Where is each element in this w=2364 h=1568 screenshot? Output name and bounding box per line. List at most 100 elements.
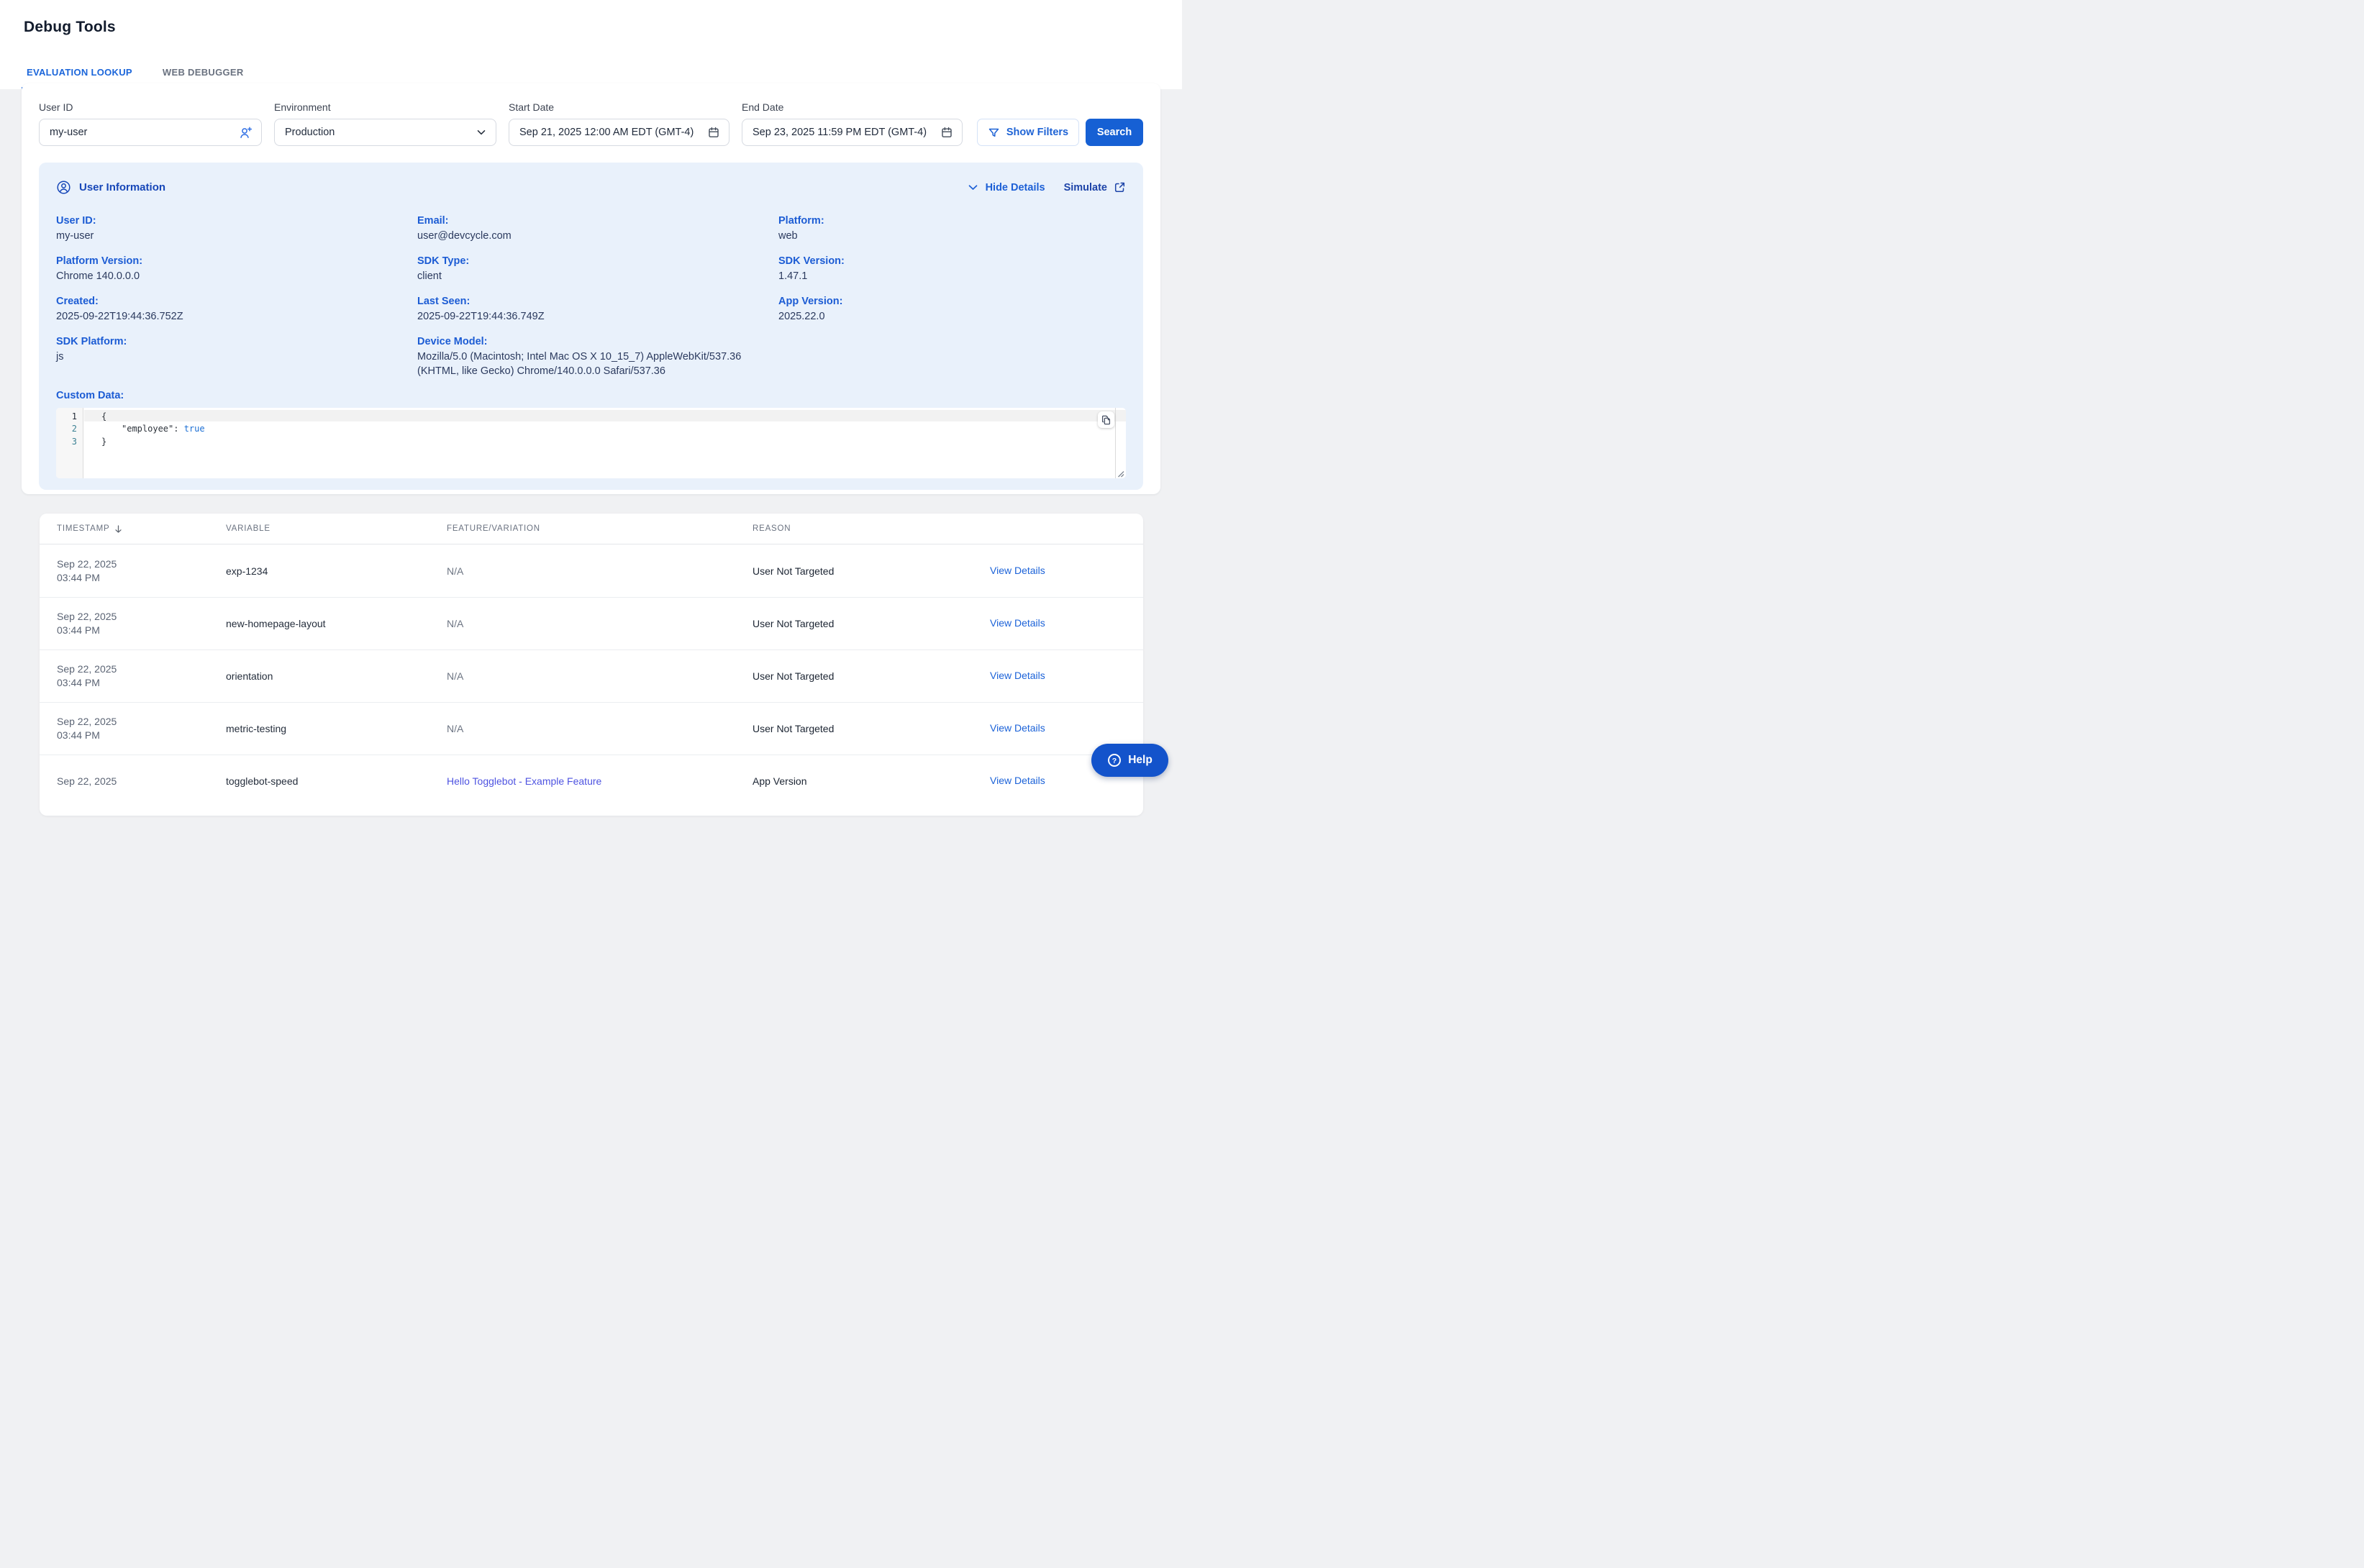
funnel-icon bbox=[988, 127, 1000, 139]
evaluations-table: TIMESTAMP VARIABLE FEATURE/VARIATION REA… bbox=[40, 514, 1143, 816]
custom-data-editor[interactable]: 1 { 2 "employee": true 3 } bbox=[56, 408, 1126, 478]
column-header-reason[interactable]: REASON bbox=[753, 524, 990, 533]
user-information-panel: User Information Hide Details Simulate bbox=[39, 163, 1143, 490]
table-row: Sep 22, 2025 03:44 PM metric-testing N/A… bbox=[40, 702, 1143, 755]
start-date-input[interactable]: Sep 21, 2025 12:00 AM EDT (GMT-4) bbox=[509, 119, 729, 146]
reason-cell: User Not Targeted bbox=[753, 670, 990, 682]
table-row: Sep 22, 2025 03:44 PM exp-1234 N/A User … bbox=[40, 544, 1143, 597]
code-line: 2 "employee": true bbox=[56, 423, 1126, 436]
view-details-link[interactable]: View Details bbox=[990, 670, 1045, 681]
table-row: Sep 22, 2025 03:44 PM orientation N/A Us… bbox=[40, 649, 1143, 702]
hide-details-label: Hide Details bbox=[986, 181, 1045, 195]
environment-select[interactable]: Production bbox=[274, 119, 496, 146]
resize-grip[interactable] bbox=[1117, 470, 1124, 478]
info-email: Email: user@devcycle.com bbox=[417, 214, 778, 243]
table-row: Sep 22, 2025 togglebot-speed Hello Toggl… bbox=[40, 755, 1143, 807]
copy-button[interactable] bbox=[1098, 411, 1114, 428]
page-title: Debug Tools bbox=[24, 19, 116, 36]
hide-details-link[interactable]: Hide Details bbox=[967, 181, 1045, 195]
code-line: 3 } bbox=[56, 435, 1126, 448]
person-add-icon[interactable] bbox=[239, 126, 253, 140]
feature-cell: N/A bbox=[447, 723, 753, 734]
start-date-label: Start Date bbox=[509, 101, 729, 114]
simulate-label: Simulate bbox=[1064, 181, 1107, 195]
filter-row: User ID my-user Environment Production bbox=[39, 101, 1143, 146]
custom-data-label: Custom Data: bbox=[56, 388, 1126, 403]
user-id-label: User ID bbox=[39, 101, 262, 114]
info-sdk-platform: SDK Platform: js bbox=[56, 334, 417, 378]
environment-field-group: Environment Production bbox=[274, 101, 496, 146]
end-date-input[interactable]: Sep 23, 2025 11:59 PM EDT (GMT-4) bbox=[742, 119, 963, 146]
panel-links: Hide Details Simulate bbox=[967, 181, 1126, 195]
environment-value: Production bbox=[285, 127, 476, 138]
user-info-grid: User ID: my-user Email: user@devcycle.co… bbox=[56, 214, 1126, 378]
variable-cell: exp-1234 bbox=[226, 565, 447, 577]
simulate-link[interactable]: Simulate bbox=[1064, 181, 1126, 195]
column-header-timestamp[interactable]: TIMESTAMP bbox=[57, 524, 226, 534]
view-details-link[interactable]: View Details bbox=[990, 775, 1045, 786]
code-lines: 1 { 2 "employee": true 3 } bbox=[56, 408, 1126, 448]
user-id-input[interactable]: my-user bbox=[39, 119, 262, 146]
variable-cell: new-homepage-layout bbox=[226, 618, 447, 629]
timestamp-cell: Sep 22, 2025 03:44 PM bbox=[57, 662, 226, 690]
reason-cell: User Not Targeted bbox=[753, 565, 990, 577]
user-id-field-group: User ID my-user bbox=[39, 101, 262, 146]
sort-desc-icon bbox=[114, 524, 123, 534]
question-circle-icon: ? bbox=[1107, 753, 1122, 767]
info-created: Created: 2025-09-22T19:44:36.752Z bbox=[56, 294, 417, 324]
calendar-icon[interactable] bbox=[707, 126, 720, 139]
variable-cell: metric-testing bbox=[226, 723, 447, 734]
reason-cell: User Not Targeted bbox=[753, 723, 990, 734]
feature-link[interactable]: Hello Togglebot - Example Feature bbox=[447, 775, 601, 787]
app-header: Debug Tools EVALUATION LOOKUP WEB DEBUGG… bbox=[0, 0, 1182, 89]
feature-cell: N/A bbox=[447, 618, 753, 629]
table-row: Sep 22, 2025 03:44 PM new-homepage-layou… bbox=[40, 597, 1143, 649]
start-date-value: Sep 21, 2025 12:00 AM EDT (GMT-4) bbox=[519, 127, 707, 138]
timestamp-cell: Sep 22, 2025 bbox=[57, 775, 226, 788]
reason-cell: App Version bbox=[753, 775, 990, 787]
end-date-field-group: End Date Sep 23, 2025 11:59 PM EDT (GMT-… bbox=[742, 101, 963, 146]
timestamp-cell: Sep 22, 2025 03:44 PM bbox=[57, 715, 226, 742]
evaluation-lookup-card: User ID my-user Environment Production bbox=[22, 83, 1160, 494]
info-last-seen: Last Seen: 2025-09-22T19:44:36.749Z bbox=[417, 294, 778, 324]
user-circle-icon bbox=[56, 180, 71, 195]
column-header-variable[interactable]: VARIABLE bbox=[226, 524, 447, 533]
info-sdk-version: SDK Version: 1.47.1 bbox=[778, 254, 1126, 283]
external-link-icon bbox=[1114, 181, 1126, 193]
info-user-id: User ID: my-user bbox=[56, 214, 417, 243]
search-button[interactable]: Search bbox=[1086, 119, 1143, 146]
info-sdk-type: SDK Type: client bbox=[417, 254, 778, 283]
chevron-down-icon bbox=[476, 127, 487, 138]
calendar-icon[interactable] bbox=[940, 126, 953, 139]
show-filters-label: Show Filters bbox=[1006, 127, 1068, 138]
editor-scroll-edge bbox=[1115, 408, 1116, 478]
timestamp-cell: Sep 22, 2025 03:44 PM bbox=[57, 557, 226, 585]
user-information-header: User Information Hide Details Simulate bbox=[56, 180, 1126, 195]
environment-label: Environment bbox=[274, 101, 496, 114]
user-information-title: User Information bbox=[56, 180, 165, 195]
copy-icon bbox=[1101, 415, 1111, 425]
info-platform: Platform: web bbox=[778, 214, 1126, 243]
view-details-link[interactable]: View Details bbox=[990, 722, 1045, 734]
view-details-link[interactable]: View Details bbox=[990, 617, 1045, 629]
variable-cell: orientation bbox=[226, 670, 447, 682]
column-header-feature-variation[interactable]: FEATURE/VARIATION bbox=[447, 524, 753, 533]
user-id-value: my-user bbox=[50, 127, 239, 138]
view-details-link[interactable]: View Details bbox=[990, 565, 1045, 576]
feature-cell: Hello Togglebot - Example Feature bbox=[447, 775, 753, 787]
svg-text:?: ? bbox=[1112, 757, 1117, 765]
reason-cell: User Not Targeted bbox=[753, 618, 990, 629]
info-platform-version: Platform Version: Chrome 140.0.0.0 bbox=[56, 254, 417, 283]
show-filters-button[interactable]: Show Filters bbox=[977, 119, 1079, 146]
variable-cell: togglebot-speed bbox=[226, 775, 447, 787]
code-line: 1 { bbox=[56, 410, 1126, 423]
chevron-down-icon bbox=[967, 181, 979, 193]
timestamp-cell: Sep 22, 2025 03:44 PM bbox=[57, 610, 226, 637]
help-label: Help bbox=[1128, 754, 1153, 767]
filter-buttons: Show Filters Search bbox=[977, 119, 1143, 146]
help-button[interactable]: ? Help bbox=[1091, 744, 1168, 777]
table-header-row: TIMESTAMP VARIABLE FEATURE/VARIATION REA… bbox=[40, 514, 1143, 544]
feature-cell: N/A bbox=[447, 565, 753, 577]
end-date-label: End Date bbox=[742, 101, 963, 114]
info-device-model: Device Model: Mozilla/5.0 (Macintosh; In… bbox=[417, 334, 778, 378]
